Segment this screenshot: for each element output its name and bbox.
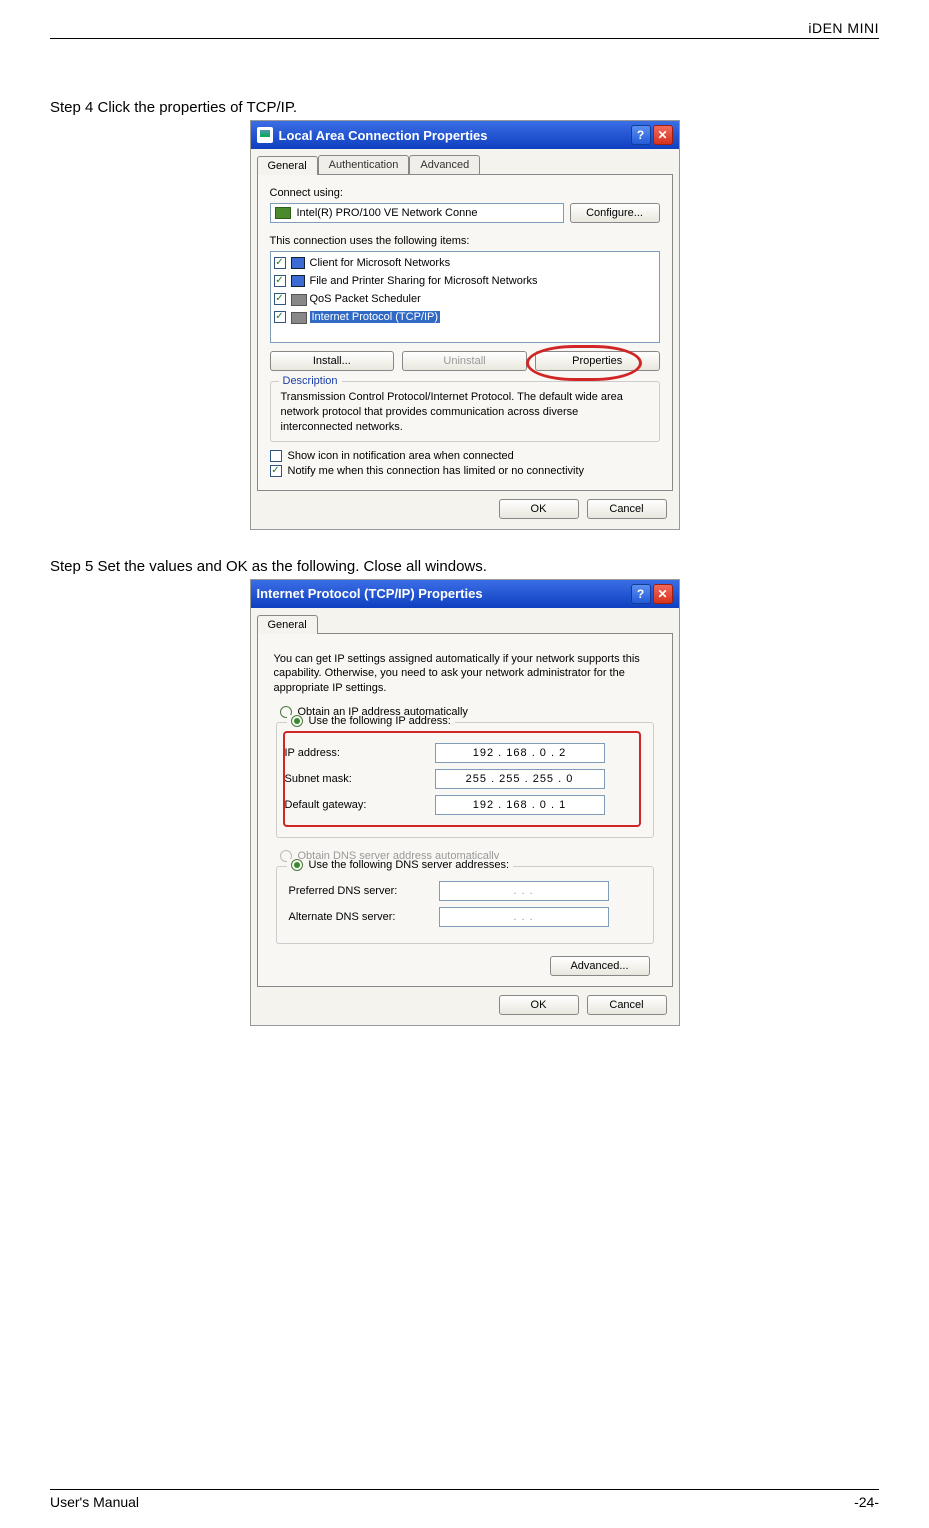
checkbox-icon[interactable] (274, 311, 286, 323)
dialog-title: Local Area Connection Properties (279, 128, 488, 143)
header-rule (50, 38, 879, 39)
highlighted-ip-area: IP address: 192 . 168 . 0 . 2 Subnet mas… (283, 731, 641, 827)
list-item-label: Internet Protocol (TCP/IP) (310, 311, 441, 323)
preferred-dns-label: Preferred DNS server: (289, 885, 439, 897)
list-item[interactable]: QoS Packet Scheduler (274, 290, 656, 308)
tab-strip: General (257, 614, 673, 633)
tab-general[interactable]: General (257, 156, 318, 175)
connect-using-label: Connect using: (270, 187, 660, 199)
checkbox-icon[interactable] (274, 293, 286, 305)
adapter-name: Intel(R) PRO/100 VE Network Conne (297, 207, 478, 219)
subnet-mask-input[interactable]: 255 . 255 . 255 . 0 (435, 769, 605, 789)
ip-address-label: IP address: (285, 747, 435, 759)
description-text: Transmission Control Protocol/Internet P… (281, 390, 649, 435)
show-icon-checkbox[interactable] (270, 450, 282, 462)
uninstall-button: Uninstall (402, 351, 527, 371)
cancel-button[interactable]: Cancel (587, 499, 667, 519)
list-item[interactable]: File and Printer Sharing for Microsoft N… (274, 272, 656, 290)
preferred-dns-input[interactable]: . . . (439, 881, 609, 901)
tab-advanced[interactable]: Advanced (409, 155, 480, 174)
ip-address-input[interactable]: 192 . 168 . 0 . 2 (435, 743, 605, 763)
description-legend: Description (279, 375, 342, 387)
notify-checkbox[interactable] (270, 465, 282, 477)
titlebar[interactable]: Local Area Connection Properties ? ✕ (251, 121, 679, 149)
advanced-button[interactable]: Advanced... (550, 956, 650, 976)
tab-general[interactable]: General (257, 615, 318, 634)
step5-text: Step 5 Set the values and OK as the foll… (50, 558, 879, 575)
intro-text: You can get IP settings assigned automat… (274, 652, 656, 697)
titlebar[interactable]: Internet Protocol (TCP/IP) Properties ? … (251, 580, 679, 608)
cancel-button[interactable]: Cancel (587, 995, 667, 1015)
footer-left: User's Manual (50, 1494, 139, 1510)
list-item-label: File and Printer Sharing for Microsoft N… (310, 275, 538, 287)
help-button[interactable]: ? (631, 584, 651, 604)
default-gateway-label: Default gateway: (285, 799, 435, 811)
lan-properties-dialog: Local Area Connection Properties ? ✕ Gen… (250, 120, 680, 530)
items-label: This connection uses the following items… (270, 235, 660, 247)
qos-icon (290, 291, 306, 307)
tcpip-properties-dialog: Internet Protocol (TCP/IP) Properties ? … (250, 579, 680, 1027)
checkbox-icon[interactable] (274, 257, 286, 269)
nic-icon (275, 207, 291, 219)
ok-button[interactable]: OK (499, 995, 579, 1015)
configure-button[interactable]: Configure... (570, 203, 660, 223)
use-ip-label: Use the following IP address: (309, 715, 451, 727)
use-ip-radio[interactable] (291, 715, 303, 727)
network-icon (257, 127, 273, 143)
tab-strip: General Authentication Advanced (257, 155, 673, 174)
default-gateway-input[interactable]: 192 . 168 . 0 . 1 (435, 795, 605, 815)
adapter-field: Intel(R) PRO/100 VE Network Conne (270, 203, 564, 223)
header-title: iDEN MINI (50, 20, 879, 36)
notify-label: Notify me when this connection has limit… (288, 465, 585, 477)
client-icon (290, 255, 306, 271)
use-dns-group: Use the following DNS server addresses: … (276, 866, 654, 944)
close-button[interactable]: ✕ (653, 125, 673, 145)
list-item-selected[interactable]: Internet Protocol (TCP/IP) (274, 308, 656, 326)
list-item[interactable]: Client for Microsoft Networks (274, 254, 656, 272)
list-item-label: Client for Microsoft Networks (310, 257, 451, 269)
description-fieldset: Description Transmission Control Protoco… (270, 381, 660, 442)
checkbox-icon[interactable] (274, 275, 286, 287)
service-icon (290, 273, 306, 289)
install-button[interactable]: Install... (270, 351, 395, 371)
component-listbox[interactable]: Client for Microsoft Networks File and P… (270, 251, 660, 343)
alternate-dns-label: Alternate DNS server: (289, 911, 439, 923)
page-footer: User's Manual -24- (50, 1489, 879, 1510)
tab-authentication[interactable]: Authentication (318, 155, 410, 174)
use-dns-label: Use the following DNS server addresses: (309, 859, 510, 871)
ok-button[interactable]: OK (499, 499, 579, 519)
use-dns-radio[interactable] (291, 859, 303, 871)
show-icon-label: Show icon in notification area when conn… (288, 450, 514, 462)
help-button[interactable]: ? (631, 125, 651, 145)
properties-button[interactable]: Properties (535, 351, 660, 371)
use-ip-group: Use the following IP address: IP address… (276, 722, 654, 838)
alternate-dns-input[interactable]: . . . (439, 907, 609, 927)
footer-right: -24- (854, 1494, 879, 1510)
tcpip-icon (290, 309, 306, 325)
close-button[interactable]: ✕ (653, 584, 673, 604)
subnet-mask-label: Subnet mask: (285, 773, 435, 785)
list-item-label: QoS Packet Scheduler (310, 293, 421, 305)
step4-text: Step 4 Click the properties of TCP/IP. (50, 99, 879, 116)
dialog-title: Internet Protocol (TCP/IP) Properties (257, 586, 483, 601)
